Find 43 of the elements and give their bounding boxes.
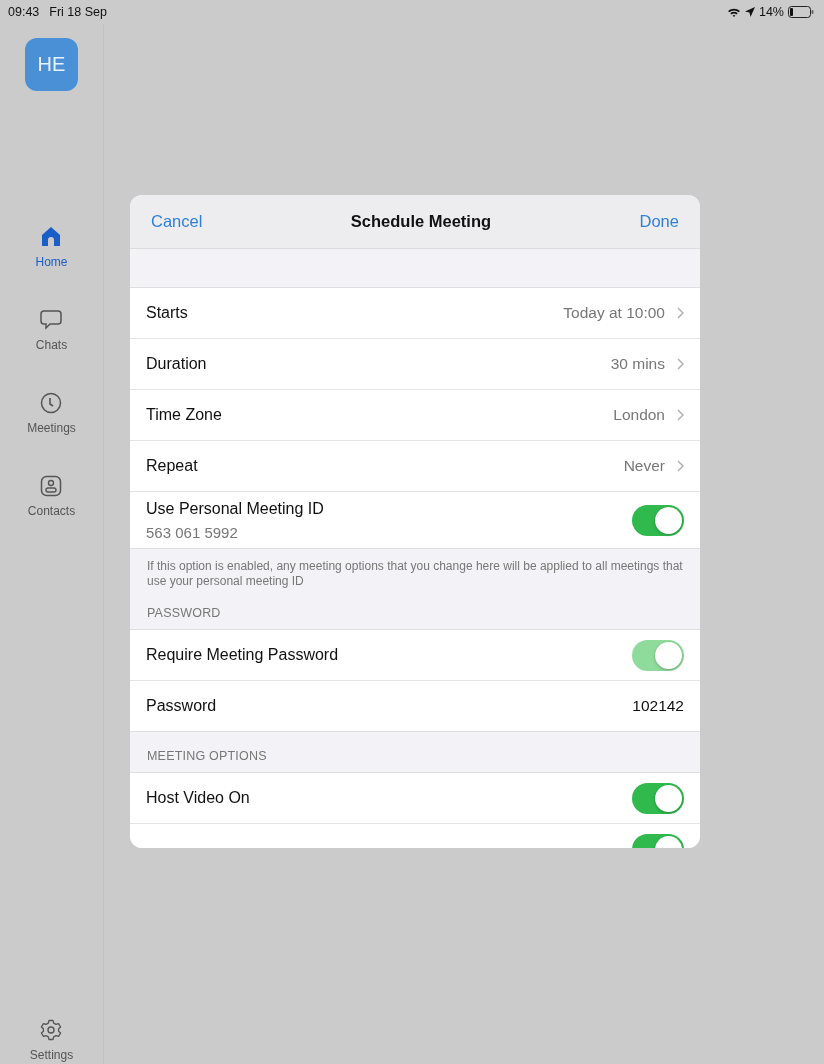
avatar[interactable]: HE — [25, 38, 78, 91]
wifi-icon — [726, 6, 741, 18]
sidebar-item[interactable]: Meetings — [27, 392, 76, 435]
cancel-button[interactable]: Cancel — [151, 212, 203, 231]
chevron-icon — [677, 460, 684, 472]
row-value[interactable]: 102142 — [632, 697, 684, 715]
row-label: Use Personal Meeting ID — [146, 499, 325, 518]
speech-bubble-icon — [40, 309, 63, 331]
done-button[interactable]: Done — [639, 212, 679, 231]
contact-icon — [40, 475, 63, 497]
location-icon — [744, 7, 755, 17]
row-label: Password — [146, 697, 218, 715]
row-label: Time Zone — [146, 406, 223, 424]
settings-icon — [40, 1019, 63, 1041]
sidebar-item[interactable]: Contacts — [27, 475, 76, 518]
sidebar-item[interactable]: Home — [27, 226, 76, 269]
row-value[interactable]: 30 mins — [610, 355, 665, 373]
chevron-icon — [677, 307, 684, 319]
status-time: 09:43 — [8, 5, 40, 19]
row-label: Host Video On — [146, 789, 251, 807]
chevron-icon — [677, 409, 684, 421]
status-date: Fri 18 Sep — [49, 5, 107, 19]
clock-icon — [40, 392, 63, 414]
section-footnote: If this option is enabled, any meeting options that you change here will be applied to all meetings that use your personal meeting ID — [146, 558, 684, 589]
dialog-title: Schedule Meeting — [350, 212, 492, 231]
row-label: Require Meeting Password — [146, 646, 340, 664]
battery-icon — [788, 6, 814, 18]
section-header: MEETING OPTIONS — [146, 748, 268, 765]
battery-percent: 14% — [758, 5, 784, 19]
meeting-id: 563 061 5992 — [146, 523, 239, 541]
toggle-switch[interactable] — [632, 782, 684, 814]
row-label: Repeat — [146, 457, 199, 475]
sidebar-item[interactable]: Settings — [29, 1019, 74, 1062]
row-label: Starts — [146, 304, 189, 322]
row-value[interactable]: Never — [623, 457, 665, 475]
home-icon — [40, 226, 63, 248]
row-value[interactable]: London — [613, 406, 665, 424]
sidebar-item[interactable]: Chats — [27, 309, 76, 352]
row-value[interactable]: Today at 10:00 — [563, 304, 665, 322]
section-header: PASSWORD — [146, 605, 222, 622]
toggle-switch[interactable] — [632, 504, 684, 536]
chevron-icon — [677, 358, 684, 370]
row-label: Duration — [146, 355, 208, 373]
